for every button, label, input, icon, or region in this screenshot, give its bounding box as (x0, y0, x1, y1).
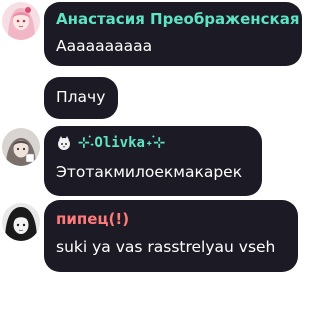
message-author-2[interactable]: ⊹˖֗Olivka˖֗⊹ (78, 135, 165, 152)
message-text-2: Плачу (56, 88, 106, 106)
message-bubble-2[interactable]: Плачу (44, 77, 118, 119)
avatar-pipets[interactable] (2, 203, 40, 241)
message-text-4: suki ya vas rasstrelyau vseh (56, 238, 276, 256)
message-bubble-4[interactable]: пипец(!) suki ya vas rasstrelyau vseh (44, 200, 298, 272)
cat-badge-icon (58, 136, 70, 150)
message-author-1[interactable]: Анастасия Преображенская (56, 10, 299, 28)
avatar-olivka-image (2, 128, 40, 166)
avatar-anastasia[interactable] (2, 2, 40, 40)
avatar-anastasia-image (2, 2, 40, 40)
message-bubble-3[interactable]: ⊹˖֗Olivka˖֗⊹ Этотакмилоекмакарек (44, 126, 262, 196)
message-bubble-1[interactable]: Анастасия Преображенская Аааааааааа (44, 2, 302, 66)
message-text-3: Этотакмилоекмакарек (56, 163, 243, 181)
avatar-pipets-image (2, 203, 40, 241)
message-author-3[interactable]: пипец(!) (56, 210, 129, 228)
avatar-olivka[interactable] (2, 128, 40, 166)
message-text-1: Аааааааааа (56, 37, 153, 55)
